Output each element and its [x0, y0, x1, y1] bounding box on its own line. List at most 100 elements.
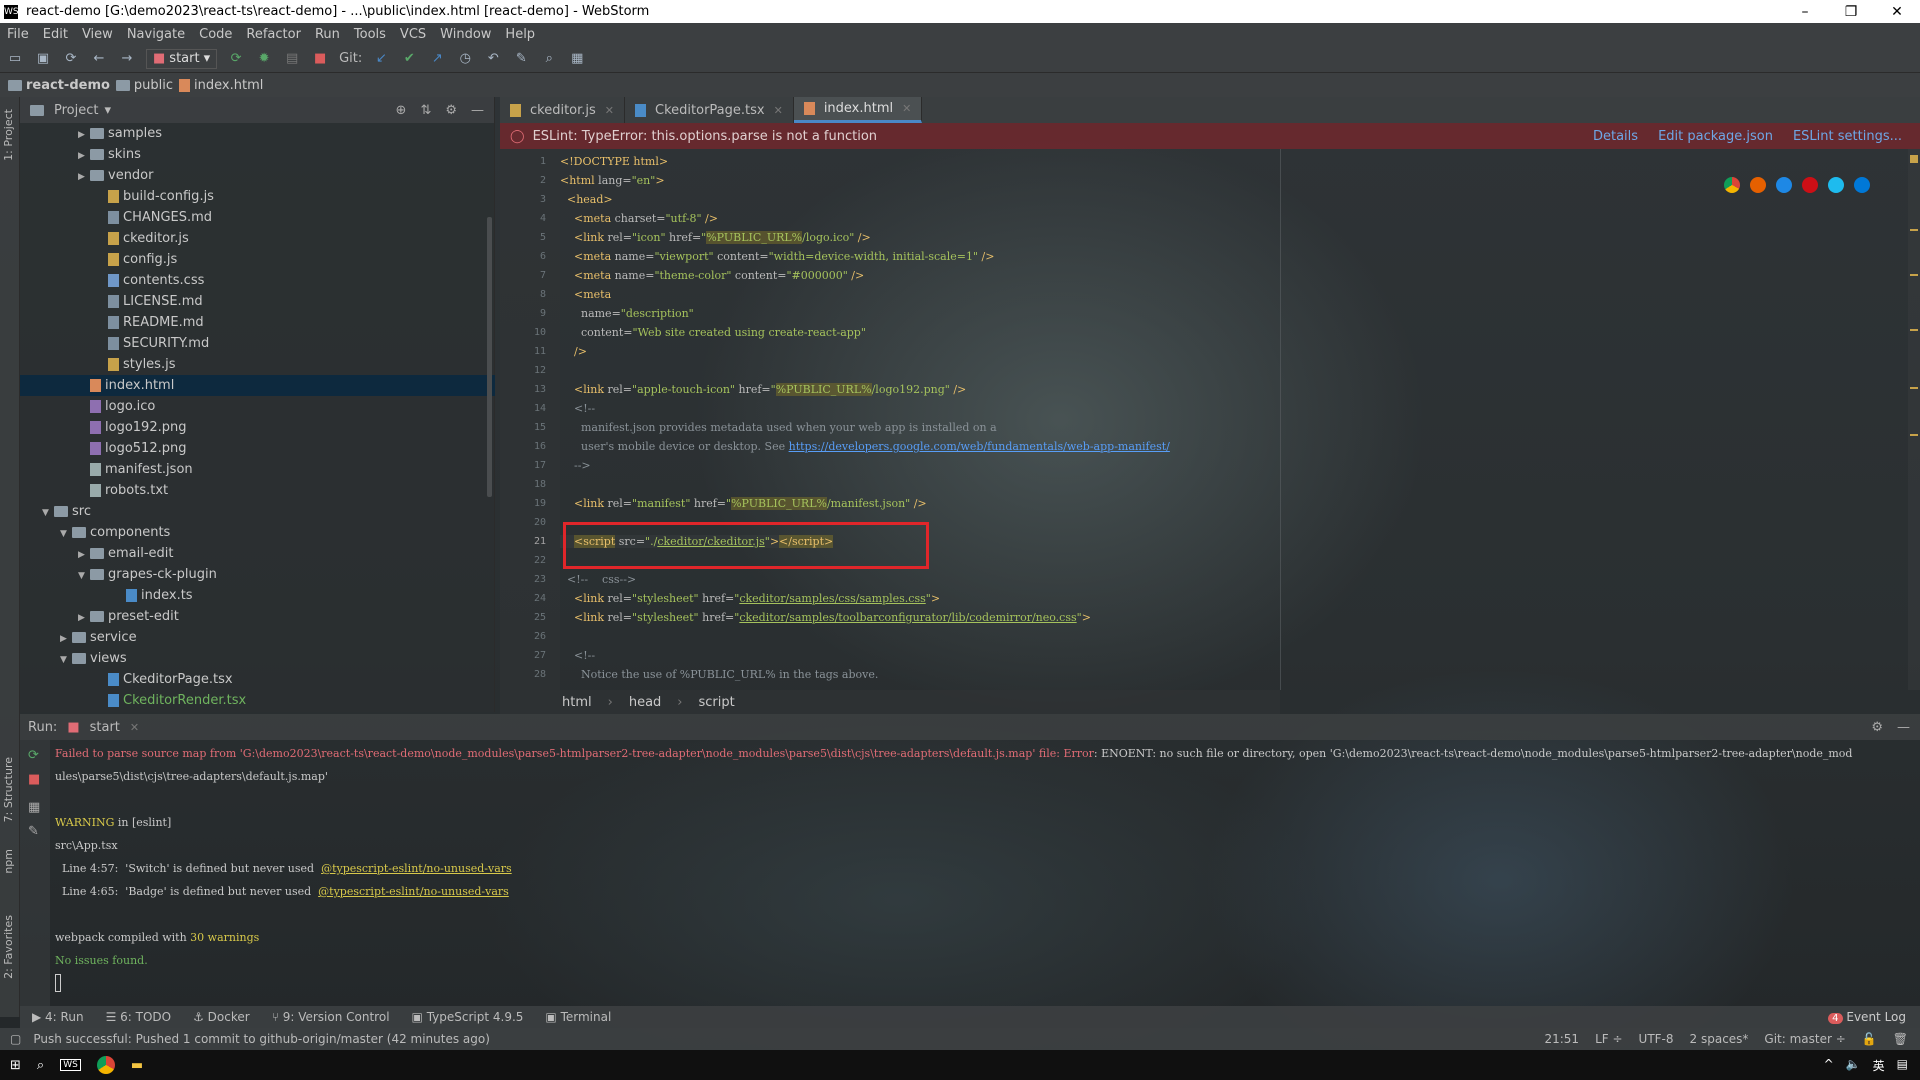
menu-run[interactable]: Run	[308, 27, 347, 42]
favorites-tool-tab[interactable]: 2: Favorites	[2, 915, 15, 979]
save-icon[interactable]: ▣	[34, 50, 52, 68]
menu-edit[interactable]: Edit	[36, 27, 75, 42]
sync-icon[interactable]: ⟳	[62, 50, 80, 68]
gear-icon[interactable]: ⚙	[1871, 720, 1883, 735]
code-line[interactable]: <link rel="manifest" href="%PUBLIC_URL%/…	[560, 497, 927, 510]
chevron-right-icon[interactable]: ▶	[78, 125, 90, 146]
tree-file[interactable]: logo192.png	[20, 417, 495, 438]
tree-folder[interactable]: ▶ vendor	[20, 165, 495, 186]
tree-folder[interactable]: ▶ email-edit	[20, 543, 495, 564]
git-branch[interactable]: Git: master ÷	[1764, 1032, 1845, 1046]
tree-file[interactable]: build-config.js	[20, 186, 495, 207]
run-config-select[interactable]: ■ start ▾	[146, 48, 218, 69]
warning-marker[interactable]	[1910, 434, 1918, 436]
code-line[interactable]: <head>	[560, 193, 613, 206]
opera-icon[interactable]	[1802, 177, 1818, 193]
menu-file[interactable]: File	[0, 27, 36, 42]
tree-file[interactable]: CkeditorRender.tsx	[20, 690, 495, 711]
project-panel-title[interactable]: Project	[54, 103, 98, 118]
chrome-icon[interactable]	[1724, 177, 1740, 193]
layout-icon[interactable]: ▦	[28, 800, 40, 815]
code-line[interactable]: <link rel="icon" href="%PUBLIC_URL%/logo…	[560, 231, 871, 244]
notification-center-icon[interactable]: ▤	[1897, 1057, 1908, 1074]
run-icon[interactable]: ⟳	[227, 50, 245, 68]
event-log-button[interactable]: 4 Event Log	[1828, 1010, 1920, 1024]
tab-docker[interactable]: ⚓ Docker	[193, 1010, 250, 1024]
hide-icon[interactable]: —	[471, 103, 484, 118]
line-separator[interactable]: LF ÷	[1595, 1032, 1622, 1046]
crumb-html[interactable]: html	[562, 695, 592, 710]
taskbar-search-icon[interactable]: ⌕	[37, 1058, 44, 1073]
code-line[interactable]: <meta	[560, 288, 611, 301]
tree-file[interactable]: SECURITY.md	[20, 333, 495, 354]
crumb-head[interactable]: head	[629, 695, 661, 710]
menu-vcs[interactable]: VCS	[393, 27, 433, 42]
indent-setting[interactable]: 2 spaces*	[1690, 1032, 1749, 1046]
code-line[interactable]: <meta name="viewport" content="width=dev…	[560, 250, 994, 263]
tree-file[interactable]: styles.js	[20, 354, 495, 375]
git-update-icon[interactable]: ↙	[372, 50, 390, 68]
ie-icon[interactable]	[1828, 177, 1844, 193]
code-line[interactable]: <link rel="stylesheet" href="ckeditor/sa…	[560, 611, 1091, 624]
code-line[interactable]: <!--	[560, 649, 595, 662]
gear-icon[interactable]: ⚙	[445, 103, 457, 118]
tree-file[interactable]: README.md	[20, 312, 495, 333]
breadcrumb-project[interactable]: react-demo	[8, 78, 110, 93]
safari-icon[interactable]	[1776, 177, 1792, 193]
structure-tool-tab[interactable]: 7: Structure	[2, 757, 15, 822]
tab-index-html[interactable]: index.html ✕	[793, 97, 923, 123]
forward-icon[interactable]: →	[118, 50, 136, 68]
edit-package-json-link[interactable]: Edit package.json	[1658, 129, 1773, 144]
chevron-right-icon[interactable]: ▶	[78, 545, 90, 566]
tree-file[interactable]: logo512.png	[20, 438, 495, 459]
tree-file[interactable]: index.html	[20, 375, 495, 396]
breadcrumb-folder[interactable]: public	[115, 78, 173, 93]
tab-terminal[interactable]: ▣ Terminal	[545, 1010, 611, 1024]
crumb-script[interactable]: script	[699, 695, 735, 710]
console-input-cursor[interactable]	[55, 974, 61, 992]
warning-marker[interactable]	[1910, 274, 1918, 276]
npm-tool-tab[interactable]: npm	[2, 849, 15, 874]
webstorm-taskbar-icon[interactable]: WS	[60, 1059, 81, 1071]
locate-icon[interactable]: ⊕	[396, 103, 407, 118]
caret-position[interactable]: 21:51	[1544, 1032, 1579, 1046]
menu-window[interactable]: Window	[433, 27, 498, 42]
tree-folder[interactable]: ▼ views	[20, 648, 495, 669]
tree-folder[interactable]: ▶ skins	[20, 144, 495, 165]
notification-icon[interactable]: 🗑	[1893, 1032, 1908, 1046]
volume-icon[interactable]: 🔈	[1846, 1057, 1861, 1074]
firefox-icon[interactable]	[1750, 177, 1766, 193]
tree-folder[interactable]: ▶ preset-edit	[20, 606, 495, 627]
rollback-icon[interactable]: ↶	[484, 50, 502, 68]
edge-icon[interactable]	[1854, 177, 1870, 193]
tree-file[interactable]: index.ts	[20, 585, 495, 606]
tree-scrollbar[interactable]	[487, 217, 492, 497]
code-line[interactable]: <meta name="theme-color" content="#00000…	[560, 269, 864, 282]
code-line[interactable]: content="Web site created using create-r…	[560, 326, 866, 339]
tree-file[interactable]: ckeditor.js	[20, 228, 495, 249]
maximize-button[interactable]: ❐	[1828, 4, 1874, 20]
menu-navigate[interactable]: Navigate	[120, 27, 192, 42]
history-icon[interactable]: ◷	[456, 50, 474, 68]
tree-folder[interactable]: ▼ grapes-ck-plugin	[20, 564, 495, 585]
tree-file[interactable]: LICENSE.md	[20, 291, 495, 312]
chevron-down-icon[interactable]: ▼	[78, 566, 90, 587]
warning-marker[interactable]	[1910, 155, 1918, 163]
code-line[interactable]: Notice the use of %PUBLIC_URL% in the ta…	[560, 668, 878, 681]
code-line[interactable]: <html lang="en">	[560, 174, 665, 187]
back-icon[interactable]: ←	[90, 50, 108, 68]
close-icon[interactable]: ✕	[130, 721, 139, 734]
code-line[interactable]: <link rel="stylesheet" href="ckeditor/sa…	[560, 592, 940, 605]
debug-icon[interactable]: ✹	[255, 50, 273, 68]
tree-file[interactable]: CkeditorPage.tsx	[20, 669, 495, 690]
chrome-taskbar-icon[interactable]	[96, 1056, 115, 1074]
input-method[interactable]: 英	[1873, 1057, 1885, 1074]
close-button[interactable]: ✕	[1874, 4, 1920, 20]
tab-version-control[interactable]: ⑂ 9: Version Control	[272, 1010, 390, 1024]
tree-folder[interactable]: ▶ samples	[20, 123, 495, 144]
tab-ckeditor-js[interactable]: ckeditor.js ✕	[500, 97, 626, 123]
tree-file[interactable]: logo.ico	[20, 396, 495, 417]
chevron-down-icon[interactable]: ▾	[104, 103, 111, 118]
code-line[interactable]: name="description"	[560, 307, 694, 320]
tab-run[interactable]: ▶ 4: Run	[32, 1010, 84, 1024]
